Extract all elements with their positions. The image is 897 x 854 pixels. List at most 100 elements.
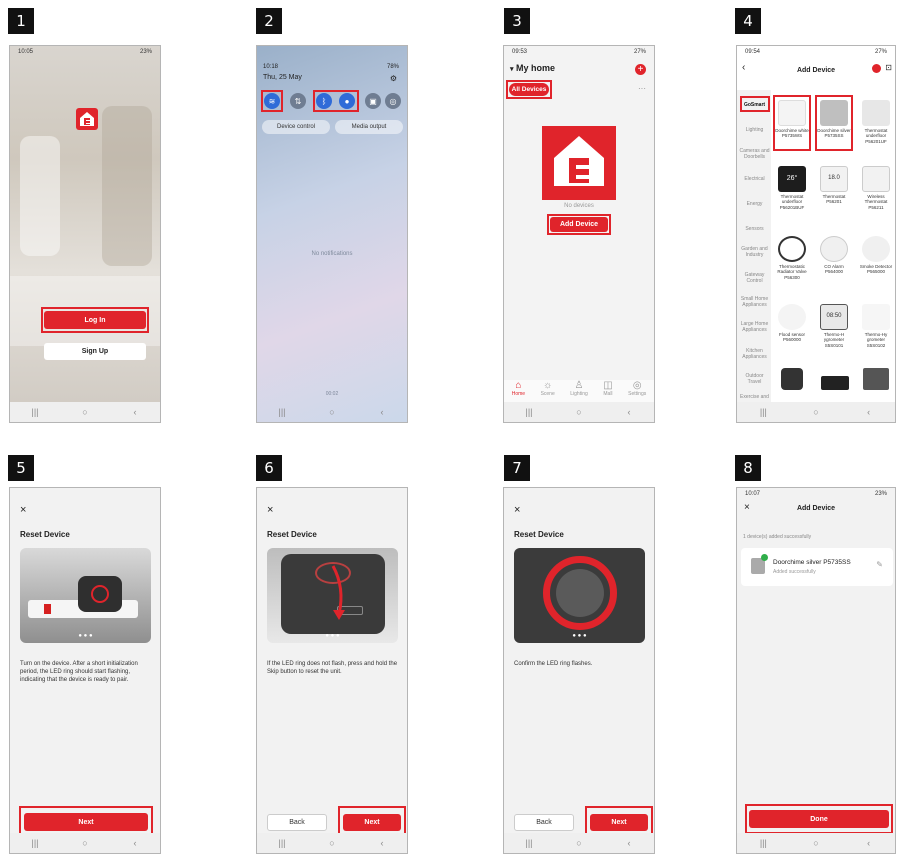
category-energy[interactable]: Energy	[738, 201, 771, 207]
recents-icon[interactable]: |||	[267, 407, 297, 417]
android-navbar: ||| ○ ‹	[737, 402, 895, 422]
data-toggle[interactable]: ⇅	[290, 93, 306, 109]
recents-icon[interactable]: |||	[20, 407, 50, 417]
device-wireless-thermostat[interactable]: Wireless Thermostat P56211	[859, 166, 893, 210]
background-blur	[102, 106, 152, 266]
more-icon[interactable]: ···	[638, 84, 646, 93]
device-flood-sensor[interactable]: Flood sensor P560000	[775, 304, 809, 343]
back-icon[interactable]: ‹	[614, 407, 644, 417]
back-icon[interactable]: ‹	[614, 838, 644, 848]
screen-toggle[interactable]: ▣	[365, 93, 381, 109]
device-radiator-valve[interactable]: Thermostatic Radiator Valve P56300	[775, 236, 809, 280]
app-logo	[76, 108, 98, 130]
device-thermo-hygrometer-2[interactable]: Thermo-Hy grometer S5S0102	[859, 304, 893, 348]
back-icon[interactable]: ‹	[367, 838, 397, 848]
thermostat-image	[862, 166, 890, 192]
recents-icon[interactable]: |||	[748, 407, 778, 417]
back-icon[interactable]: ‹	[367, 407, 397, 417]
recents-icon[interactable]: |||	[267, 838, 297, 848]
device-thermostat-buf[interactable]: 26° Thermostat underfloor P56201BUF	[775, 166, 809, 210]
category-outdoor[interactable]: Outdoor Travel	[738, 373, 771, 385]
recents-icon[interactable]: |||	[514, 838, 544, 848]
back-button[interactable]: Back	[267, 814, 327, 831]
qs-time: 10:18	[263, 64, 279, 70]
device-label: Thermostat underfloor P56201BUF	[779, 194, 805, 210]
category-large-appliances[interactable]: Large Home Appliances	[738, 321, 771, 333]
thermostat-image	[862, 100, 890, 126]
android-navbar: ||| ○ ‹	[10, 833, 160, 853]
device-co-alarm[interactable]: CO Alarm P564000	[817, 236, 851, 275]
edit-icon[interactable]: ✎	[876, 560, 883, 569]
close-icon[interactable]: ×	[267, 504, 273, 516]
category-kitchen[interactable]: Kitchen Appliances	[738, 348, 771, 360]
cast-toggle[interactable]: ◎	[385, 93, 401, 109]
chevron-down-icon: ▾	[510, 66, 514, 73]
scan-icon[interactable]: ⊡	[885, 63, 892, 72]
status-battery: 23%	[139, 49, 152, 55]
back-icon[interactable]: ‹	[120, 838, 150, 848]
status-time: 09:53	[512, 49, 528, 55]
category-electrical[interactable]: Electrical	[738, 176, 771, 182]
hub-top-image	[556, 569, 604, 617]
recents-icon[interactable]: |||	[514, 407, 544, 417]
step-number-4: 4	[735, 8, 761, 34]
tab-lighting[interactable]: ♙ Lighting	[570, 380, 588, 404]
status-time: 09:54	[745, 49, 761, 55]
qs-date: Thu, 25 May	[263, 74, 302, 81]
instruction-text: If the LED ring does not flash, press an…	[267, 661, 398, 676]
category-cameras[interactable]: Cameras and Doorbells	[738, 148, 771, 160]
tab-label: Settings	[628, 391, 647, 397]
phone-my-home: 09:53 27% ▾ My home + All Devices ··· No…	[503, 45, 655, 423]
home-icon[interactable]: ○	[317, 407, 347, 417]
android-navbar: ||| ○ ‹	[10, 402, 160, 422]
home-icon[interactable]: ○	[317, 838, 347, 848]
category-garden[interactable]: Garden and Industry	[738, 246, 771, 258]
tab-label: Home	[511, 391, 526, 397]
status-time: 10:07	[745, 491, 761, 497]
home-icon[interactable]: ○	[564, 838, 594, 848]
device-thermostat-uf[interactable]: Thermostat underfloor P56201UF	[859, 100, 893, 144]
sun-icon: ☼	[543, 380, 553, 391]
add-icon[interactable]: +	[635, 64, 646, 75]
device-card[interactable]: Doorchime silver P5735SS Added successfu…	[741, 548, 893, 586]
device-photo-led-ring: ● ● ●	[514, 548, 645, 643]
tab-mall[interactable]: ◫ Mall	[603, 380, 612, 404]
tab-settings[interactable]: ◎ Settings	[628, 380, 646, 404]
home-icon[interactable]: ○	[801, 407, 831, 417]
home-icon[interactable]: ○	[70, 838, 100, 848]
category-gateway[interactable]: Gateway Control	[738, 272, 771, 284]
media-output-button[interactable]: Media output	[335, 120, 403, 134]
home-icon[interactable]: ○	[70, 407, 100, 417]
back-button[interactable]: Back	[514, 814, 574, 831]
highlight-bt-location	[313, 90, 359, 112]
signup-button[interactable]: Sign Up	[44, 343, 146, 360]
tab-home[interactable]: ⌂ Home	[512, 380, 525, 404]
recents-icon[interactable]: |||	[20, 838, 50, 848]
notification-icon[interactable]	[872, 64, 881, 73]
step-number-8: 8	[735, 455, 761, 481]
device-control-button[interactable]: Device control	[262, 120, 330, 134]
category-exercise[interactable]: Exercise and	[738, 394, 771, 400]
device-thermo-hygrometer[interactable]: 08:50 Thermo-H ygrometer S5S0101	[817, 304, 851, 348]
close-icon[interactable]: ×	[20, 504, 26, 516]
device-label: Smoke Detector P565000	[859, 264, 893, 275]
device-smoke-detector[interactable]: Smoke Detector P565000	[859, 236, 893, 275]
category-lighting[interactable]: Lighting	[738, 127, 771, 133]
device-label: CO Alarm P564000	[824, 264, 844, 275]
tab-scene[interactable]: ☼ Scene	[541, 380, 555, 404]
back-icon[interactable]: ‹	[854, 838, 884, 848]
home-title: My home	[516, 63, 556, 73]
phone-login-screen: 10:05 23% Log In Sign Up ||| ○ ‹	[9, 45, 161, 423]
back-icon[interactable]: ‹	[854, 407, 884, 417]
home-selector[interactable]: ▾ My home	[510, 63, 555, 73]
category-sensors[interactable]: Sensors	[738, 226, 771, 232]
gear-icon[interactable]: ⚙	[390, 74, 397, 83]
device-thermostat[interactable]: 18.0 Thermostat P56201	[817, 166, 851, 205]
background-blur	[20, 136, 60, 256]
category-small-appliances[interactable]: Small Home Appliances	[738, 296, 771, 308]
close-icon[interactable]: ×	[514, 504, 520, 516]
recents-icon[interactable]: |||	[748, 838, 778, 848]
home-icon[interactable]: ○	[564, 407, 594, 417]
back-icon[interactable]: ‹	[120, 407, 150, 417]
home-icon[interactable]: ○	[801, 838, 831, 848]
